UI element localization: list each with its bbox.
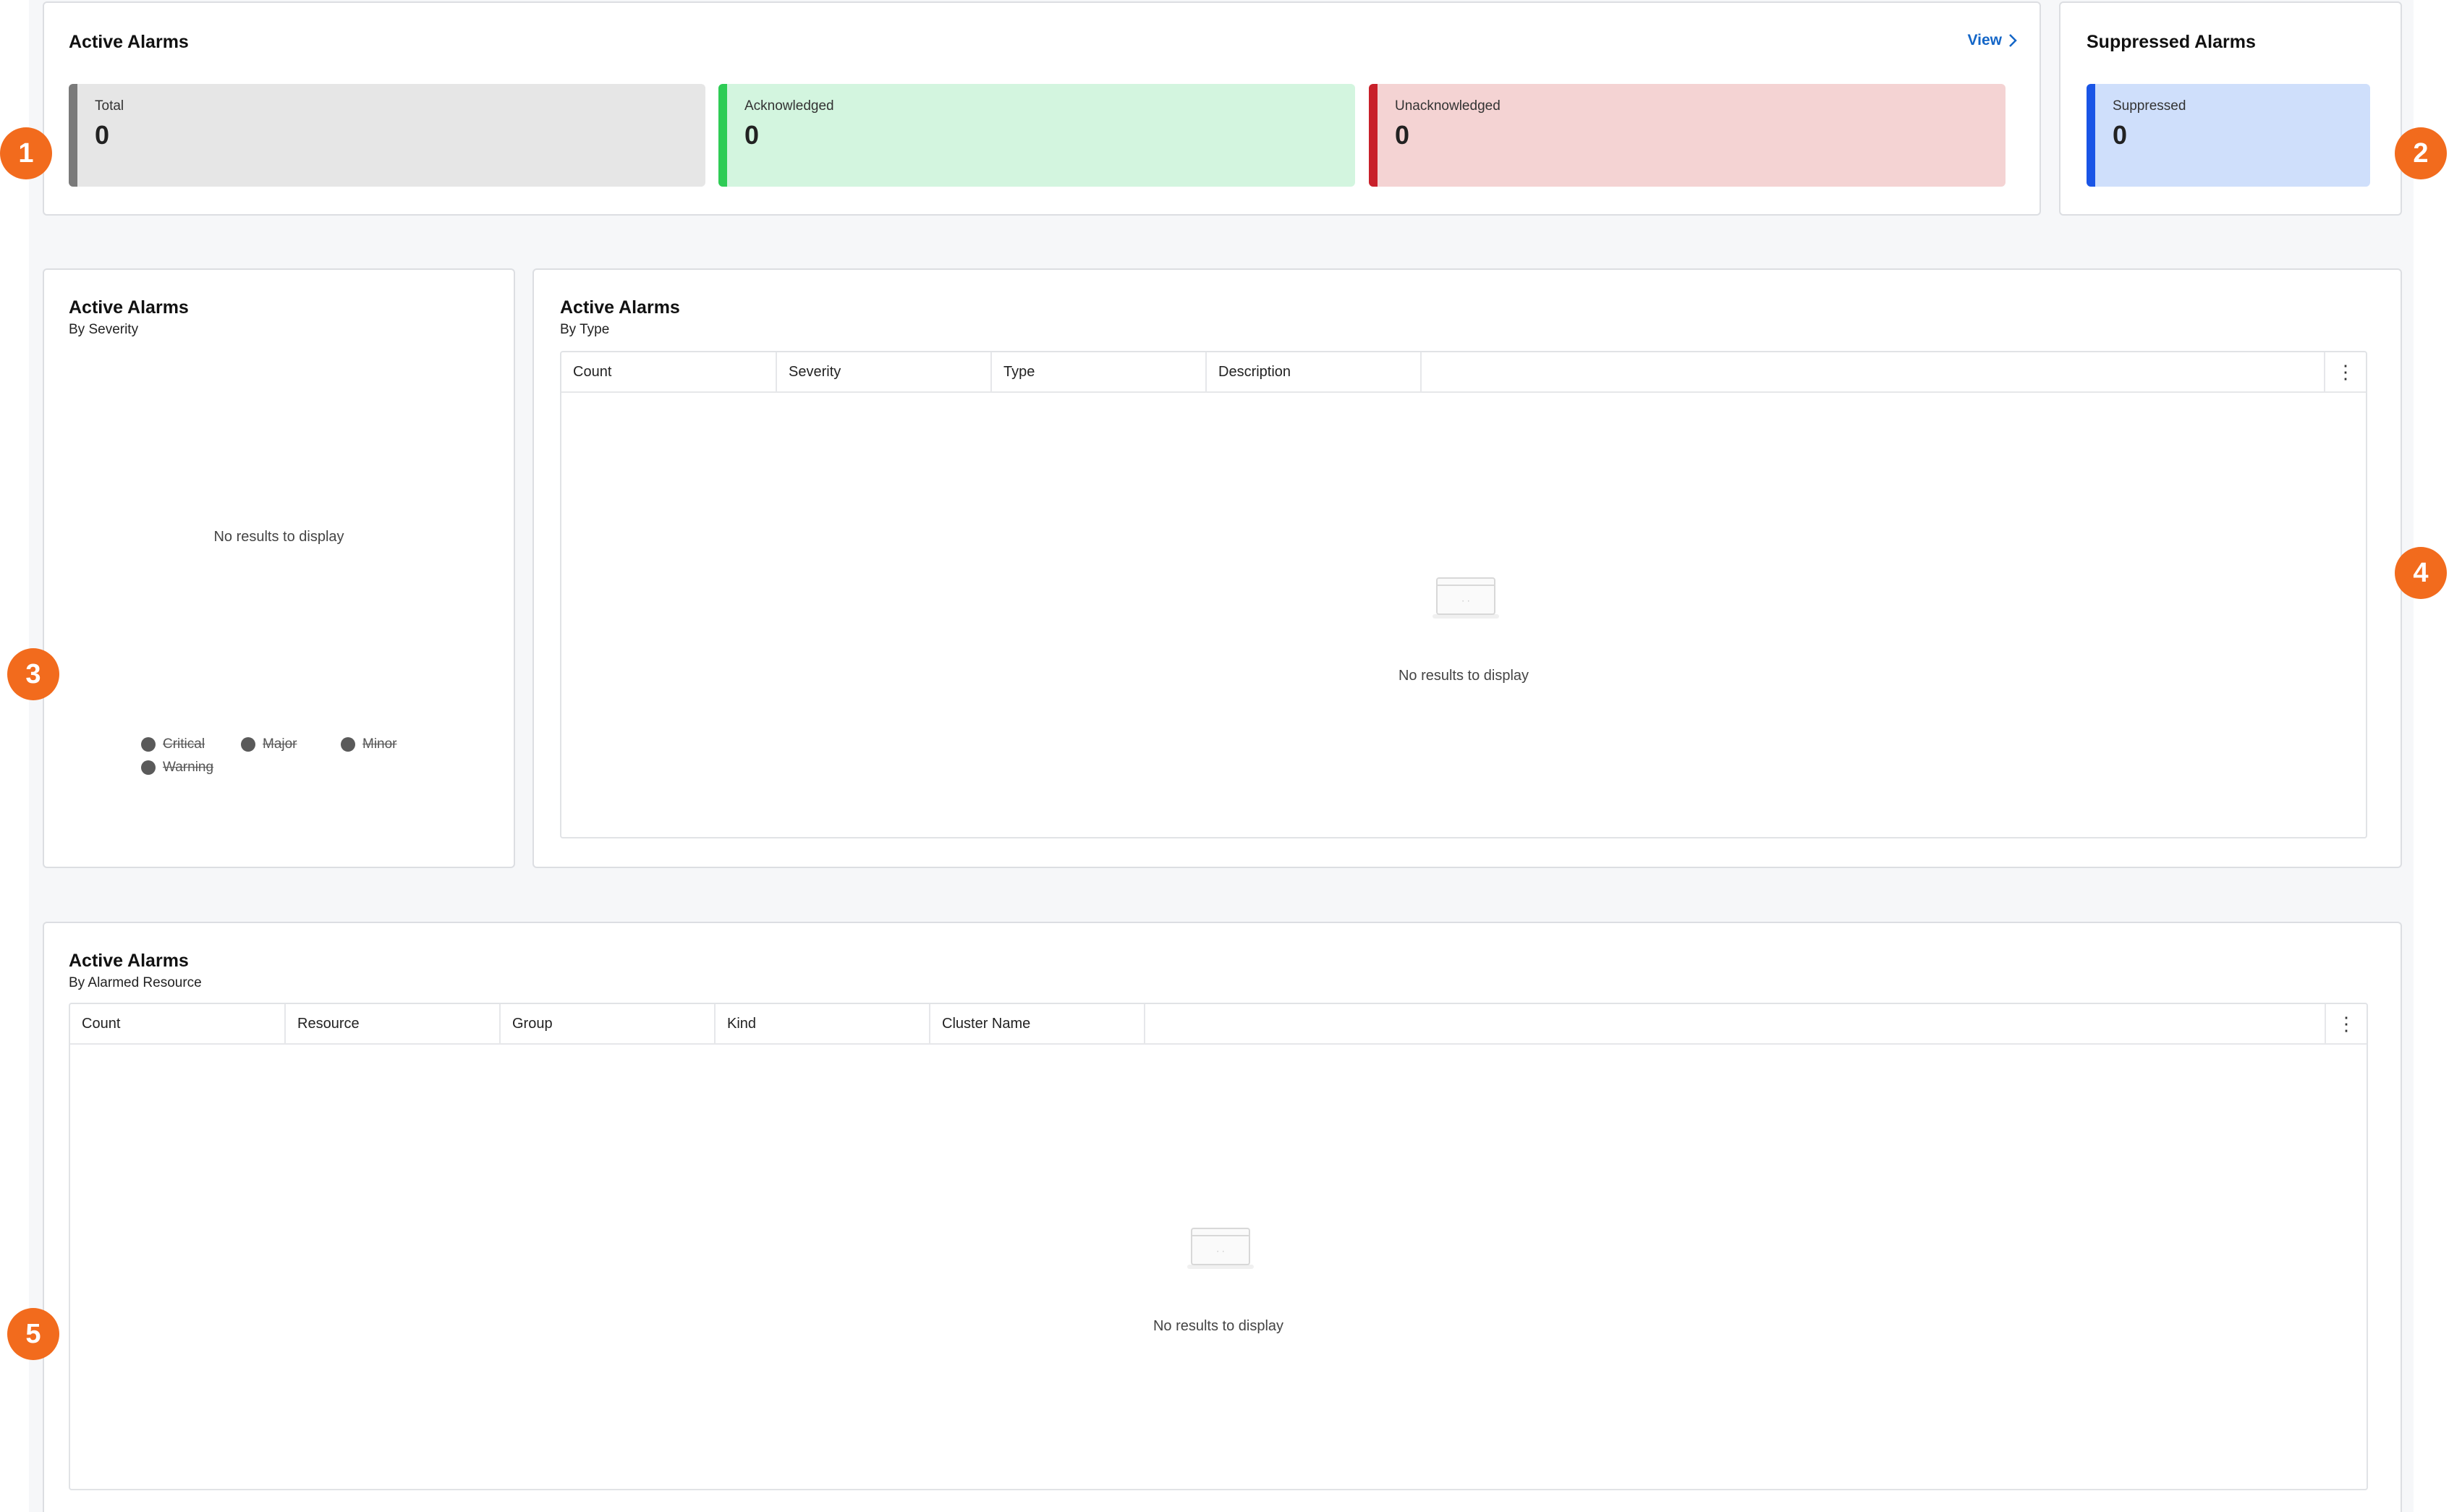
total-stat[interactable]: Total 0 [69,84,705,187]
empty-state-icon: · · [1433,577,1499,619]
table-header: Count Resource Group Kind Cluster Name ⋮ [70,1004,2367,1045]
stat-value: 0 [2113,120,2128,150]
card-title: Active Alarms [69,951,189,971]
acknowledged-stat[interactable]: Acknowledged 0 [718,84,1355,187]
active-alarms-summary-card: Active Alarms View Total 0 Acknowledged … [43,1,2041,216]
legend-dot [341,737,355,752]
empty-state-text: No results to display [213,529,344,545]
column-header-cluster-name[interactable]: Cluster Name [930,1004,1145,1043]
empty-state-icon: · · [1187,1228,1254,1269]
svg-text:· ·: · · [1461,596,1469,606]
legend-dot [141,737,156,752]
callout-badge-4: 4 [2395,547,2447,599]
stat-value: 0 [95,120,110,150]
callout-badge-5: 5 [7,1308,59,1360]
legend-dot [241,737,255,752]
unacknowledged-stat[interactable]: Unacknowledged 0 [1369,84,2006,187]
alarms-by-resource-table: Count Resource Group Kind Cluster Name ⋮… [69,1003,2368,1490]
column-header-severity[interactable]: Severity [777,352,992,391]
empty-state-text: No results to display [1398,668,1529,684]
card-title: Active Alarms [69,32,189,52]
view-link[interactable]: View [1968,32,2018,49]
column-header-group[interactable]: Group [501,1004,716,1043]
legend-item-major[interactable]: Major [241,736,297,752]
view-link-label: View [1967,32,2002,48]
empty-state-text: No results to display [1153,1318,1284,1334]
legend-item-minor[interactable]: Minor [341,736,397,752]
card-subtitle: By Severity [69,322,139,337]
legend-item-warning[interactable]: Warning [141,760,213,776]
legend-label: Warning [163,760,214,775]
suppressed-alarms-card: Suppressed Alarms Suppressed 0 [2059,1,2402,216]
legend-label: Major [263,736,297,752]
card-subtitle: By Type [560,322,610,337]
callout-badge-3: 3 [7,648,59,700]
column-options-icon[interactable]: ⋮ [2324,352,2366,391]
svg-text:· ·: · · [1216,1246,1224,1257]
legend-label: Critical [163,736,205,752]
column-header-kind[interactable]: Kind [716,1004,930,1043]
legend-dot [141,760,156,775]
alarms-by-resource-card: Active Alarms By Alarmed Resource Count … [43,922,2402,1512]
column-header-resource[interactable]: Resource [286,1004,501,1043]
stat-value: 0 [744,120,760,150]
legend-item-critical[interactable]: Critical [141,736,205,752]
card-title: Active Alarms [560,297,680,318]
legend-label: Minor [362,736,397,752]
unacknowledged-stat-bar [1369,84,1378,187]
card-subtitle: By Alarmed Resource [69,975,202,990]
suppressed-stat-bar [2087,84,2095,187]
column-header-count[interactable]: Count [70,1004,286,1043]
suppressed-stat[interactable]: Suppressed 0 [2087,84,2370,187]
alarms-by-severity-card: Active Alarms By Severity No results to … [43,268,515,868]
column-options-icon[interactable]: ⋮ [2325,1004,2367,1043]
alarms-by-type-table: Count Severity Type Description ⋮ · · No… [560,351,2367,838]
column-header-count[interactable]: Count [561,352,777,391]
stat-label: Unacknowledged [1395,98,1501,114]
alarms-by-type-card: Active Alarms By Type Count Severity Typ… [532,268,2402,868]
acknowledged-stat-bar [718,84,727,187]
callout-badge-1: 1 [0,127,52,179]
card-title: Active Alarms [69,297,189,318]
stat-value: 0 [1395,120,1410,150]
stat-label: Suppressed [2113,98,2186,114]
card-title: Suppressed Alarms [2087,32,2256,52]
column-header-type[interactable]: Type [992,352,1207,391]
column-header-description[interactable]: Description [1207,352,1422,391]
stat-label: Acknowledged [744,98,834,114]
stat-label: Total [95,98,124,114]
callout-badge-2: 2 [2395,127,2447,179]
table-header: Count Severity Type Description ⋮ [561,352,2366,393]
total-stat-bar [69,84,77,187]
chevron-right-icon [2009,34,2017,47]
